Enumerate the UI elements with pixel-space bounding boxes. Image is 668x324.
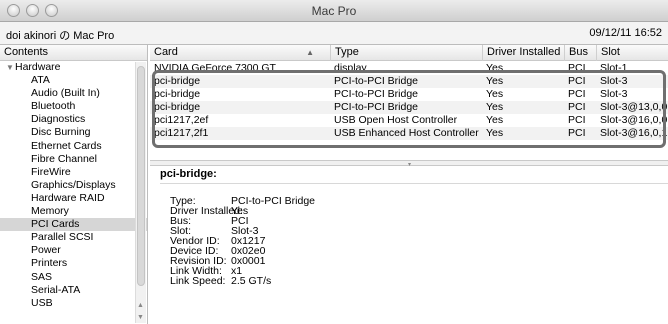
sidebar-item-label: FireWire [31, 165, 71, 178]
detail-title: pci-bridge: [160, 168, 217, 180]
sidebar-item-label: Power [31, 244, 61, 257]
sidebar-item-label: Fibre Channel [31, 152, 97, 165]
table-header: Card ▲ Type Driver Installed Bus Slot [150, 45, 668, 61]
detail-field: Link Speed: 2.5 GT/s [170, 275, 272, 287]
sidebar-item-usb[interactable]: USB [0, 297, 147, 310]
window-title: Mac Pro [311, 4, 357, 18]
sidebar-item-serial-ata[interactable]: Serial-ATA [0, 284, 147, 297]
sidebar-item-hardware[interactable]: ▼Hardware [0, 61, 147, 74]
column-header-type[interactable]: Type [330, 45, 482, 61]
sidebar-item-label: Parallel SCSI [31, 231, 94, 244]
sidebar-item-label: Printers [31, 257, 68, 270]
report-datetime: 09/12/11 16:52 [589, 27, 662, 39]
sort-ascending-icon: ▲ [306, 48, 314, 57]
sidebar-item-label: Hardware [15, 61, 61, 73]
sidebar-item-ethernet-cards[interactable]: Ethernet Cards [0, 140, 147, 153]
sidebar-item-label: Audio (Built In) [31, 87, 100, 100]
sidebar-item-label: Disc Burning [31, 126, 91, 139]
contents-tree: ▼Hardware ATA Audio (Built In) Bluetooth Dia… [0, 61, 147, 310]
window-titlebar: Mac Pro [0, 0, 668, 22]
sidebar-scrollbar[interactable]: ▲ ▼ [135, 62, 146, 323]
sidebar-item-ata[interactable]: ATA [0, 74, 147, 87]
sidebar-item-power[interactable]: Power [0, 244, 147, 257]
sidebar-item-label: Bluetooth [31, 100, 76, 113]
sidebar-item-label: Diagnostics [31, 113, 86, 126]
sidebar-item-graphics-displays[interactable]: Graphics/Displays [0, 179, 147, 192]
sidebar-item-memory[interactable]: Memory [0, 205, 147, 218]
sidebar-item-firewire[interactable]: FireWire [0, 166, 147, 179]
scroll-up-arrow-icon[interactable]: ▲ [137, 302, 144, 309]
sidebar-item-label: ATA [31, 74, 50, 87]
sidebar-item-audio-built-in[interactable]: Audio (Built In) [0, 87, 147, 100]
contents-sidebar: Contents ▼Hardware ATA Audio (Built In) Blu… [0, 45, 148, 324]
sidebar-item-hardware-raid[interactable]: Hardware RAID [0, 192, 147, 205]
sidebar-item-label: SAS [31, 270, 53, 283]
sidebar-header: Contents [0, 45, 147, 61]
sidebar-item-label: USB [31, 296, 53, 309]
sidebar-item-disc-burning[interactable]: Disc Burning [0, 126, 147, 139]
sidebar-item-bluetooth[interactable]: Bluetooth [0, 100, 147, 113]
sidebar-item-parallel-scsi[interactable]: Parallel SCSI [0, 231, 147, 244]
detail-field-value: 2.5 GT/s [231, 275, 272, 287]
column-header-card[interactable]: Card ▲ [150, 45, 318, 61]
disclosure-down-icon[interactable]: ▼ [6, 61, 15, 74]
sidebar-item-label: PCI Cards [31, 218, 80, 231]
sidebar-item-label: Memory [31, 205, 69, 218]
sidebar-item-fibre-channel[interactable]: Fibre Channel [0, 153, 147, 166]
sidebar-item-label: Serial-ATA [31, 283, 81, 296]
detail-separator [160, 183, 668, 184]
detail-field-key: Link Speed: [170, 275, 226, 287]
sidebar-item-pci-cards[interactable]: PCI Cards [0, 218, 147, 232]
detail-pane: pci-bridge: Type: PCI-to-PCI Bridge Driver… [150, 166, 668, 324]
column-header-bus[interactable]: Bus [564, 45, 596, 61]
computer-name: doi akinori の Mac Pro [6, 30, 115, 42]
sidebar-item-sas[interactable]: SAS [0, 271, 147, 284]
sidebar-item-printers[interactable]: Printers [0, 257, 147, 270]
info-bar: doi akinori の Mac Pro 09/12/11 16:52 [0, 22, 668, 45]
selection-highlight-box [152, 70, 666, 148]
sidebar-item-label: Hardware RAID [31, 191, 105, 204]
scrollbar-thumb[interactable] [137, 66, 145, 286]
sidebar-item-label: Graphics/Displays [31, 178, 116, 191]
scroll-down-arrow-icon[interactable]: ▼ [137, 314, 144, 321]
column-header-slot[interactable]: Slot [596, 45, 668, 61]
sidebar-item-label: Ethernet Cards [31, 139, 102, 152]
sidebar-item-diagnostics[interactable]: Diagnostics [0, 113, 147, 126]
column-header-driver-installed[interactable]: Driver Installed [482, 45, 564, 61]
